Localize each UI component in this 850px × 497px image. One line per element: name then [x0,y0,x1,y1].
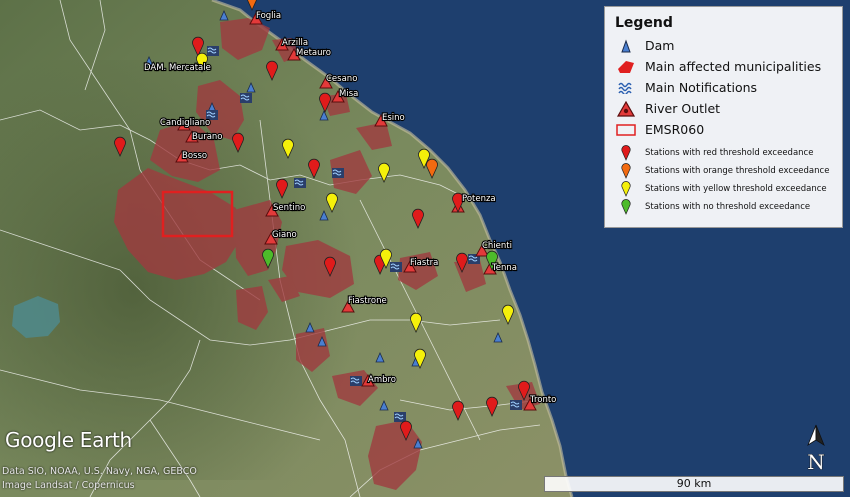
label-potenza: Potenza [462,194,496,204]
green-pin-icon [615,198,637,216]
credit-image: Image Landsat / Copernicus [2,480,135,491]
legend-label-station-green: Stations with no threshold exceedance [645,202,811,212]
notification-icon [510,400,522,410]
label-giano: Giano [272,230,297,240]
label-bosso: Bosso [182,151,207,161]
yellow-pin-icon [615,180,637,198]
legend-label-affected: Main affected municipalities [645,59,822,74]
affected-municipality-icon [615,58,637,76]
legend-item-station-red: Stations with red threshold exceedance [615,144,832,162]
legend-item-dam: Dam [615,35,832,56]
label-arzilla: Arzilla [282,38,308,48]
legend-label-notifications: Main Notifications [645,80,758,95]
river-outlet-icon [615,100,637,118]
legend-panel: Legend Dam Main affected municipalities … [604,6,843,228]
notification-icon [240,93,252,103]
dam-icon [615,37,637,55]
label-misa: Misa [339,89,358,99]
legend-label-river-outlet: River Outlet [645,101,721,116]
label-fiastra: Fiastra [410,258,438,268]
label-fiastrone: Fiastrone [348,296,387,306]
orange-pin-icon [615,162,637,180]
label-candigliano: Candigliano [160,118,210,128]
legend-item-emsr060: EMSR060 [615,119,832,140]
legend-label-station-red: Stations with red threshold exceedance [645,148,814,158]
notification-icon [332,168,344,178]
legend-item-station-orange: Stations with orange threshold exceedanc… [615,162,832,180]
legend-label-dam: Dam [645,38,675,53]
label-cesano: Cesano [326,74,357,84]
scale-bar: 90 km [544,476,844,492]
north-label: N [807,450,825,473]
legend-item-river-outlet: River Outlet [615,98,832,119]
legend-label-station-orange: Stations with orange threshold exceedanc… [645,166,830,176]
label-esino: Esino [382,113,405,123]
legend-label-station-yellow: Stations with yellow threshold exceedanc… [645,184,827,194]
red-pin-icon [615,144,637,162]
legend-title: Legend [615,15,673,31]
label-chienti: Chienti [482,241,512,251]
legend-label-emsr060: EMSR060 [645,122,705,137]
notification-icon [390,262,402,272]
notification-icon [350,376,362,386]
legend-item-station-green: Stations with no threshold exceedance [615,198,832,216]
scale-bar-label: 90 km [676,477,712,490]
label-tronto: Tronto [529,395,556,405]
notification-icon [615,79,637,97]
north-arrow-icon: N [807,424,825,473]
notification-icon [207,46,219,56]
label-burano: Burano [192,132,223,142]
legend-item-affected: Main affected municipalities [615,56,832,77]
label-foglia: Foglia [256,11,281,21]
notification-icon [394,412,406,422]
label-dam-mercatale: DAM. Mercatale [144,63,211,73]
label-tenna: Tenna [491,263,517,273]
legend-item-station-yellow: Stations with yellow threshold exceedanc… [615,180,832,198]
label-sentino: Sentino [273,203,305,213]
notification-icon [294,178,306,188]
emsr-rectangle-icon [615,121,637,139]
label-ambro: Ambro [368,375,396,385]
label-metauro: Metauro [296,48,331,58]
legend-item-notifications: Main Notifications [615,77,832,98]
google-earth-watermark: Google Earth [5,428,132,452]
credit-data: Data SIO, NOAA, U.S. Navy, NGA, GEBCO [2,466,197,477]
